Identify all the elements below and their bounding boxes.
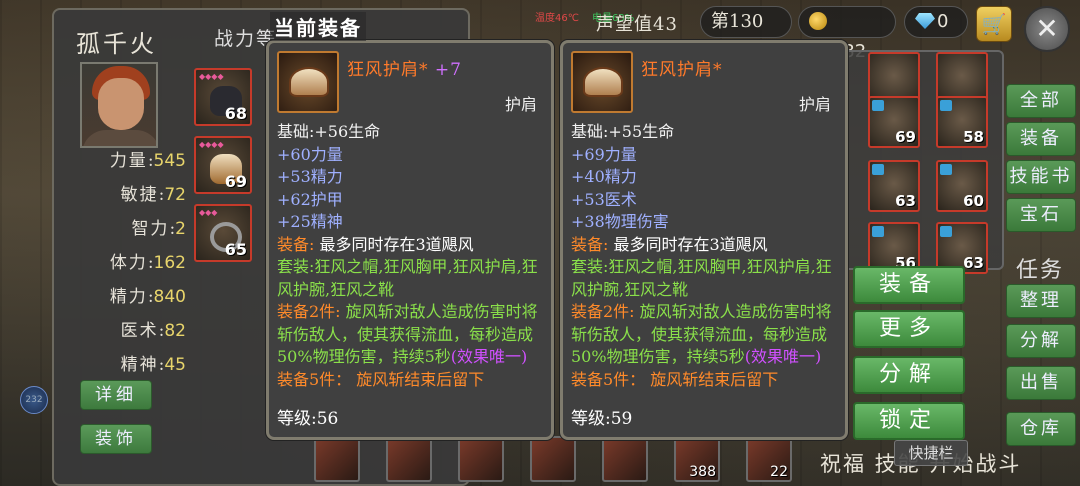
equip-slot-shoulder[interactable]: ◆◆◆◆ 69 [194,136,252,194]
base-stat: 基础:+56生命 [277,122,381,141]
bonus-stat: +53医术 [571,189,637,209]
item-slot-type: 护肩 [798,95,831,114]
shoulder-armor-icon [571,51,633,113]
reputation-value: 声望值43 [596,14,678,35]
item-level: 等级:59 [571,409,633,429]
stat-spirit: 精神:45 [120,355,186,375]
filter-gem-button[interactable]: 宝石 [1006,198,1076,232]
inventory-slot[interactable]: 69 [868,96,920,148]
gem-counter: 0 [904,6,968,38]
diamond-icon [915,13,935,29]
equip-effect: 装备: 最多同时存在3道飓风 [571,234,768,254]
stat-stamina: 体力:162 [109,253,186,273]
equip-button[interactable]: 装备 [853,266,965,304]
sell-button[interactable]: 出售 [1006,366,1076,400]
bonus-stat: +40精力 [571,167,637,186]
inventory-slot[interactable]: 60 [936,160,988,212]
quick-bar-button[interactable]: 快捷栏 [894,440,968,466]
lock-icon [940,226,952,237]
skill-slot[interactable] [458,436,504,482]
lock-button[interactable]: 锁定 [853,402,965,440]
lock-icon [872,164,884,175]
task-label[interactable]: 任务 [1016,252,1064,284]
dismantle-button[interactable]: 分解 [853,356,965,394]
shopping-cart-icon[interactable]: 🛒 [976,6,1012,42]
gold-counter: 17032 [798,6,896,62]
inventory-slot[interactable]: 63 [868,160,920,212]
bonus-stat: +60力量 [277,144,343,164]
lock-icon [872,100,884,111]
gem-amount: 0 [937,11,949,32]
stat-agility: 敏捷:72 [120,185,186,205]
decor-button[interactable]: 装饰 [80,424,152,454]
lock-icon [940,100,952,111]
bonus-stat: +25精神 [277,212,343,231]
current-equipment-title: 当前装备 [270,12,366,41]
skill-slot[interactable] [602,436,648,482]
skill-slot[interactable]: 388 [674,436,720,482]
base-stat: 基础:+55生命 [571,122,675,141]
item-name: 狂风护肩* [641,60,723,80]
set-info: 套装:狂风之帽,狂风胸甲,狂风护肩,狂风护腕,狂风之靴 [277,257,538,299]
set-bonus-2: 装备2件: 旋风斩对敌人造成伤害时将斩伤敌人，使其获得流血，每秒造成50%物理伤… [277,302,538,366]
skill-slot[interactable] [314,436,360,482]
more-button[interactable]: 更多 [853,310,965,348]
lock-icon [872,226,884,237]
bonus-stat: +38物理伤害 [571,212,669,231]
item-slot-type: 护肩 [504,95,537,114]
set-bonus-2: 装备2件: 旋风斩对敌人造成伤害时将斩伤敌人，使其获得流血，每秒造成50%物理伤… [571,302,832,366]
stat-intelligence: 智力:2 [131,219,186,239]
item-stats: 基础:+55生命 +69力量 +40精力 +53医术 +38物理伤害 装备: 最… [571,121,841,401]
skill-slot[interactable]: 22 [746,436,792,482]
inventory-slot[interactable]: 58 [936,96,988,148]
set-bonus-5: 装备5件： 旋风斩结束后留下 [571,369,779,389]
warehouse-button[interactable]: 仓库 [1006,412,1076,446]
system-badge[interactable]: 232 [20,386,48,414]
coin-icon [809,12,827,30]
item-name: 狂风护肩* +7 [347,60,462,80]
filter-all-button[interactable]: 全部 [1006,84,1076,118]
compare-equipment-card: 狂风护肩* 护肩 基础:+55生命 +69力量 +40精力 +53医术 +38物… [560,40,848,440]
item-stats: 基础:+56生命 +60力量 +53精力 +62护甲 +25精神 装备: 最多同… [277,121,547,401]
temperature-indicator: 温度46℃ [535,13,579,24]
stat-energy: 精力:840 [109,287,186,307]
skill-slot[interactable] [386,436,432,482]
current-equipment-card: 狂风护肩* +7 护肩 基础:+56生命 +60力量 +53精力 +62护甲 +… [266,40,554,440]
day-counter: 第130天 [700,6,792,62]
shoulder-armor-icon [277,51,339,113]
filter-skillbook-button[interactable]: 技能书 [1006,160,1076,194]
equip-effect: 装备: 最多同时存在3道飓风 [277,234,474,254]
set-bonus-5: 装备5件： 旋风斩结束后留下 [277,369,485,389]
equip-slot-helmet[interactable]: ◆◆◆◆ 68 [194,68,252,126]
bonus-stat: +69力量 [571,144,637,164]
close-icon[interactable]: ✕ [1024,6,1070,52]
stat-medicine: 医术:82 [120,321,186,341]
character-name: 孤千火 [76,30,157,58]
bonus-stat: +62护甲 [277,189,343,209]
dismantle-side-button[interactable]: 分解 [1006,324,1076,358]
sort-button[interactable]: 整理 [1006,284,1076,318]
bonus-stat: +53精力 [277,167,343,186]
stat-strength: 力量:545 [109,151,186,171]
filter-equipment-button[interactable]: 装备 [1006,122,1076,156]
character-portrait [80,62,158,148]
skill-slot[interactable] [530,436,576,482]
detail-button[interactable]: 详细 [80,380,152,410]
skill-bar: 388 22 [314,436,834,486]
set-info: 套装:狂风之帽,狂风胸甲,狂风护肩,狂风护腕,狂风之靴 [571,257,832,299]
item-level: 等级:56 [277,409,339,429]
equip-slot-ring[interactable]: ◆◆◆ 65 [194,204,252,262]
lock-icon [940,164,952,175]
